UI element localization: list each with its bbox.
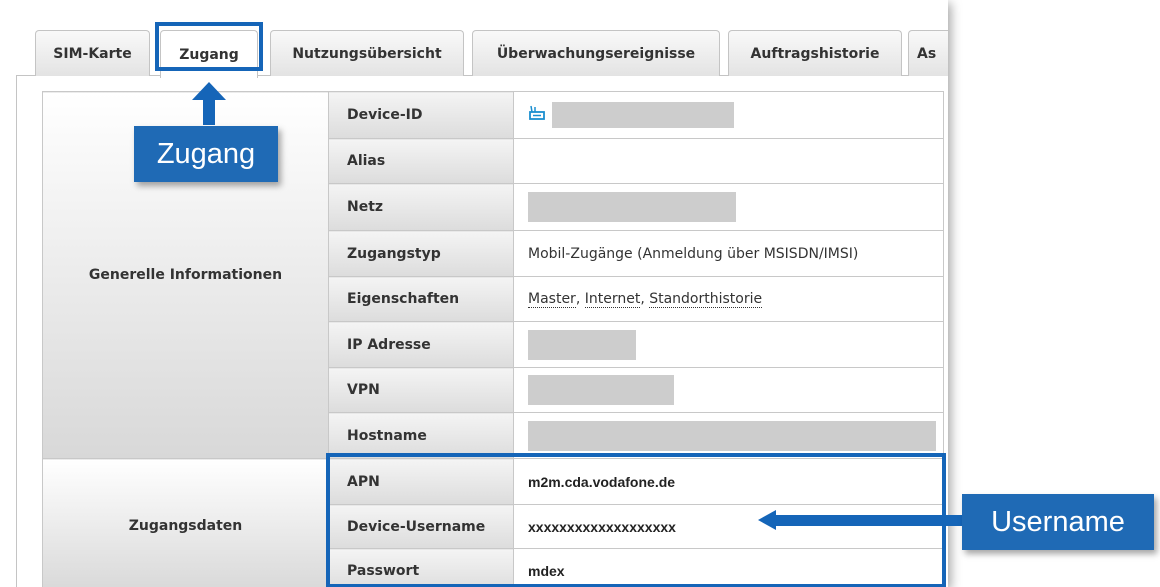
username-callout: Username (962, 494, 1154, 550)
arrow-left-icon (758, 510, 776, 530)
zugang-callout: Zugang (134, 126, 278, 182)
zugang-tab-highlight (155, 22, 263, 71)
arrow-left-shaft (775, 515, 970, 526)
arrow-up-shaft (203, 99, 215, 125)
arrow-up-icon (192, 82, 226, 100)
